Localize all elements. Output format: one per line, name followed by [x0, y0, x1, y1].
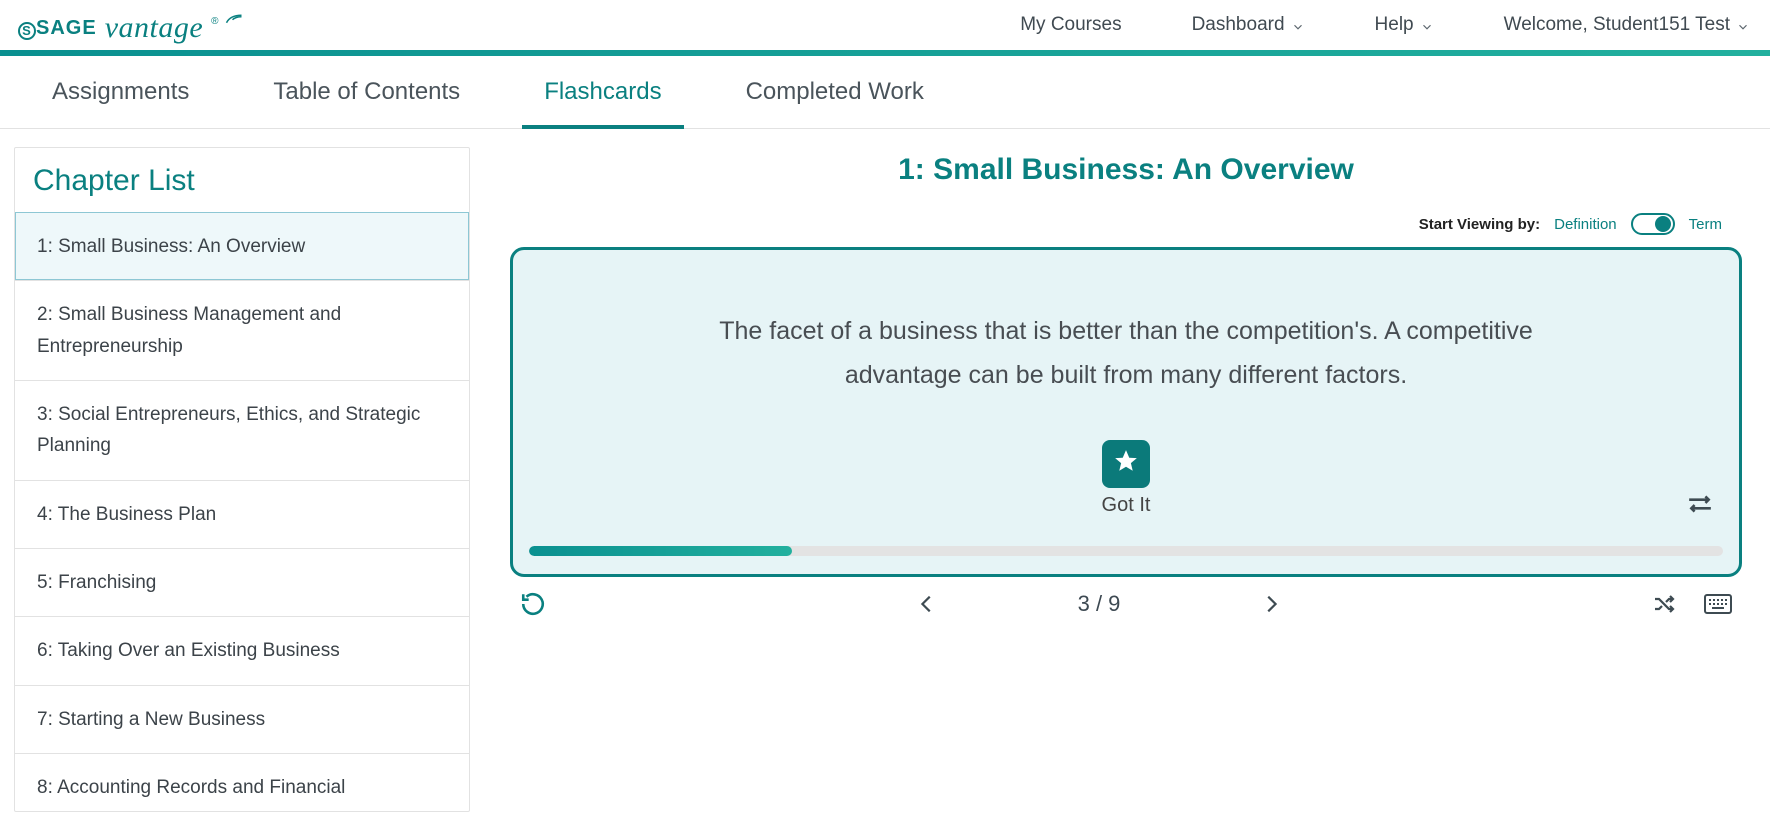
tab-assignments[interactable]: Assignments: [40, 78, 201, 128]
got-it-label: Got It: [1102, 494, 1151, 517]
chapter-item[interactable]: 5: Franchising: [15, 548, 469, 616]
brand-logo[interactable]: SSAGE vantage ®: [18, 8, 245, 42]
chapter-item-label: 6: Taking Over an Existing Business: [37, 640, 340, 661]
nav-welcome-label: Welcome, Student151 Test: [1504, 14, 1730, 36]
view-by-term[interactable]: Term: [1689, 216, 1722, 233]
next-card-button[interactable]: [1260, 593, 1282, 615]
card-counter: 3 / 9: [1078, 591, 1121, 617]
brand-sage: SSAGE: [18, 17, 97, 40]
chapter-item[interactable]: 8: Accounting Records and Financial: [15, 753, 469, 811]
chapter-item-label: 7: Starting a New Business: [37, 709, 265, 730]
top-nav: My Courses Dashboard Help Welcome, Stude…: [1020, 14, 1750, 36]
chapter-item[interactable]: 1: Small Business: An Overview: [15, 212, 469, 280]
nav-help-label: Help: [1375, 14, 1414, 36]
got-it-button[interactable]: [1102, 440, 1150, 488]
chapter-item[interactable]: 2: Small Business Management and Entrepr…: [15, 280, 469, 380]
chevron-down-icon: [1420, 18, 1434, 32]
nav-dashboard[interactable]: Dashboard: [1192, 14, 1305, 36]
prev-card-button[interactable]: [916, 593, 938, 615]
brand-s-ring-icon: S: [18, 22, 36, 40]
top-header: SSAGE vantage ® My Courses Dashboard Hel…: [0, 0, 1770, 56]
tab-completed-label: Completed Work: [746, 78, 924, 105]
chapter-item[interactable]: 3: Social Entrepreneurs, Ethics, and Str…: [15, 380, 469, 480]
nav-dashboard-label: Dashboard: [1192, 14, 1285, 36]
shuffle-button[interactable]: [1652, 592, 1676, 616]
flashcard-controls: 3 / 9: [510, 591, 1742, 623]
chapter-item[interactable]: 6: Taking Over an Existing Business: [15, 616, 469, 684]
nav-welcome-user[interactable]: Welcome, Student151 Test: [1504, 14, 1750, 36]
nav-my-courses[interactable]: My Courses: [1020, 14, 1121, 36]
star-icon: [1113, 448, 1139, 479]
chevron-down-icon: [1736, 18, 1750, 32]
chapter-item[interactable]: 7: Starting a New Business: [15, 685, 469, 753]
tab-flashcards-label: Flashcards: [544, 78, 661, 105]
start-viewing-row: Start Viewing by: Definition Term: [510, 213, 1742, 235]
definition-term-toggle[interactable]: [1631, 213, 1675, 235]
chapter-item[interactable]: 4: The Business Plan: [15, 480, 469, 548]
brand-bird-icon: [225, 12, 243, 31]
tab-toc-label: Table of Contents: [273, 78, 460, 105]
section-tabs: Assignments Table of Contents Flashcards…: [0, 56, 1770, 129]
chapter-item-label: 5: Franchising: [37, 572, 156, 593]
nav-help[interactable]: Help: [1375, 14, 1434, 36]
flip-card-icon[interactable]: [1687, 493, 1713, 520]
got-it-group: Got It: [1102, 440, 1151, 517]
chapter-item-label: 8: Accounting Records and Financial: [37, 777, 345, 798]
restart-button[interactable]: [520, 591, 546, 617]
chevron-down-icon: [1291, 18, 1305, 32]
flashcard-progress: [529, 546, 1723, 556]
chapter-item-label: 2: Small Business Management and Entrepr…: [37, 304, 341, 356]
keyboard-button[interactable]: [1704, 593, 1732, 615]
tab-flashcards[interactable]: Flashcards: [532, 78, 673, 128]
flashcard-text: The facet of a business that is better t…: [696, 310, 1556, 398]
tab-assignments-label: Assignments: [52, 78, 189, 105]
chapter-item-label: 4: The Business Plan: [37, 504, 216, 525]
chapter-list-title: Chapter List: [15, 148, 469, 212]
flashcard-panel: 1: Small Business: An Overview Start Vie…: [470, 129, 1770, 812]
chapter-item-label: 3: Social Entrepreneurs, Ethics, and Str…: [37, 404, 420, 456]
toggle-knob: [1655, 216, 1671, 232]
brand-vantage: vantage: [105, 11, 203, 45]
start-viewing-label: Start Viewing by:: [1419, 216, 1540, 233]
chapter-item-label: 1: Small Business: An Overview: [37, 236, 305, 257]
flashcard-heading: 1: Small Business: An Overview: [510, 153, 1742, 187]
chapter-list-box: Chapter List 1: Small Business: An Overv…: [14, 147, 470, 812]
main-area: Chapter List 1: Small Business: An Overv…: [0, 129, 1770, 812]
flashcard[interactable]: The facet of a business that is better t…: [510, 247, 1742, 577]
tab-completed-work[interactable]: Completed Work: [734, 78, 936, 128]
flashcard-progress-fill: [529, 546, 792, 556]
nav-my-courses-label: My Courses: [1020, 14, 1121, 36]
brand-sage-text: SAGE: [36, 17, 97, 39]
brand-registered: ®: [211, 16, 218, 27]
view-by-definition[interactable]: Definition: [1554, 216, 1617, 233]
chapter-sidebar: Chapter List 1: Small Business: An Overv…: [0, 129, 470, 812]
tab-table-of-contents[interactable]: Table of Contents: [261, 78, 472, 128]
